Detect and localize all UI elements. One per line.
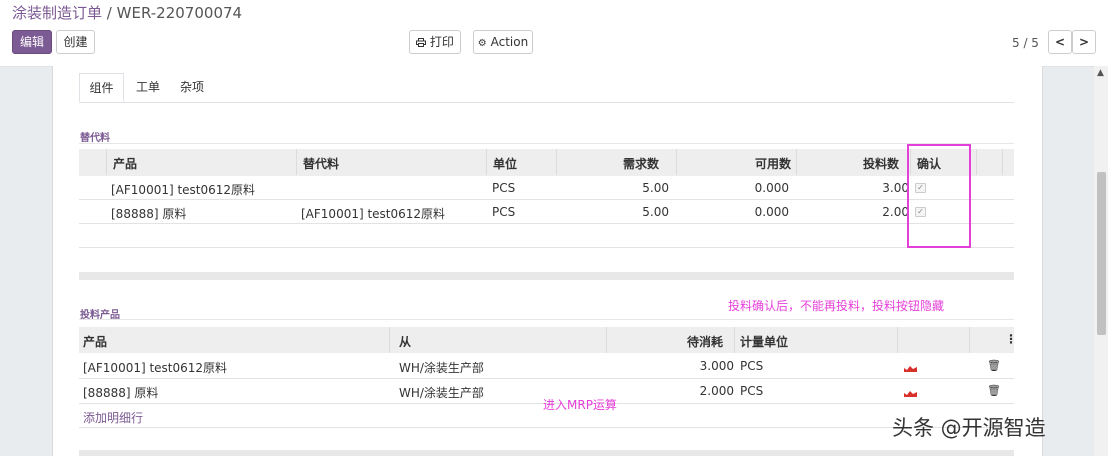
row-uom: PCS: [740, 384, 764, 398]
row-product: [AF10001] test0612原料: [111, 183, 256, 197]
breadcrumb-separator: /: [106, 4, 112, 22]
confirm-column-highlight: [907, 144, 971, 248]
add-line-link[interactable]: 添加明细行: [83, 409, 143, 426]
substitute-table-header: 产品 替代料 单位 需求数 可用数 投料数 确认: [79, 149, 1014, 176]
table-row[interactable]: [88888] 原料 [AF10001] test0612原料 PCS 5.00…: [79, 200, 1014, 224]
row-product: [88888] 原料: [111, 207, 187, 221]
pager-previous-button[interactable]: <: [1048, 30, 1072, 54]
pager-value: 5 / 5: [1012, 36, 1039, 50]
section-separator: [79, 272, 1014, 280]
row-substitute: [AF10001] test0612原料: [301, 207, 446, 221]
trash-icon[interactable]: 🗑: [987, 384, 1001, 397]
edit-button[interactable]: 编辑: [12, 30, 52, 54]
substitute-section-title: 替代料: [80, 133, 110, 144]
chevron-left-icon: <: [1054, 35, 1066, 49]
tab-misc[interactable]: 杂项: [180, 73, 204, 102]
header-required[interactable]: 需求数: [623, 155, 659, 172]
consumed-table-header: 产品 从 待消耗 计量单位 ⋮: [79, 327, 1017, 353]
printer-icon: [416, 38, 427, 47]
row-available: 0.000: [754, 181, 789, 195]
tab-components[interactable]: 组件: [79, 73, 124, 102]
row-unit: PCS: [492, 205, 516, 219]
row-to-consume: 3.000: [699, 359, 734, 373]
row-from: WH/涂装生产部: [399, 386, 484, 400]
row-to-consume: 2.000: [699, 384, 734, 398]
header-substitute[interactable]: 替代料: [303, 155, 339, 172]
create-button[interactable]: 创建: [56, 30, 95, 54]
table-row[interactable]: [AF10001] test0612原料 WH/涂装生产部 3.000 PCS …: [79, 354, 1014, 379]
watermark: 头条 @开源智造: [892, 416, 1046, 440]
gear-icon: ⚙: [477, 38, 487, 49]
row-product: [88888] 原料: [83, 386, 159, 400]
header-available[interactable]: 可用数: [755, 155, 791, 172]
chart-icon[interactable]: [904, 364, 917, 372]
header-to-consume[interactable]: 待消耗: [687, 333, 723, 350]
annotation-note-1: 投料确认后，不能再投料，投料按钮隐藏: [728, 299, 945, 313]
action-label: Action: [490, 35, 529, 49]
trash-icon[interactable]: 🗑: [987, 359, 1001, 372]
section-separator: [79, 450, 1014, 456]
substitute-table: 产品 替代料 单位 需求数 可用数 投料数 确认 [AF10001] test0…: [79, 149, 1014, 249]
scroll-up-arrow-icon[interactable]: ▲: [1097, 68, 1104, 78]
header-from[interactable]: 从: [399, 333, 411, 350]
row-uom: PCS: [740, 359, 764, 373]
breadcrumb-parent-link[interactable]: 涂装制造订单: [12, 4, 102, 22]
notebook-tabs: 组件 工单 杂项: [79, 73, 1014, 103]
table-row[interactable]: [AF10001] test0612原料 PCS 5.00 0.000 3.00…: [79, 176, 1014, 200]
row-available: 0.000: [754, 205, 789, 219]
chevron-right-icon: >: [1078, 35, 1090, 49]
breadcrumb: 涂装制造订单 / WER-220700074: [12, 2, 242, 23]
header-product[interactable]: 产品: [83, 333, 107, 350]
annotation-note-2: 进入MRP运算: [543, 398, 617, 412]
row-issued: 3.00: [882, 181, 909, 195]
row-issued: 2.00: [882, 205, 909, 219]
tab-workorders[interactable]: 工单: [136, 73, 160, 102]
action-button[interactable]: ⚙ Action: [473, 30, 533, 54]
chart-icon[interactable]: [904, 389, 917, 397]
header-uom[interactable]: 计量单位: [740, 333, 788, 350]
scrollbar-thumb[interactable]: [1097, 172, 1106, 335]
row-required: 5.00: [642, 181, 669, 195]
print-label: 打印: [429, 35, 454, 49]
header-issued[interactable]: 投料数: [863, 155, 899, 172]
breadcrumb-current: WER-220700074: [116, 4, 243, 22]
pager-next-button[interactable]: >: [1072, 30, 1096, 54]
row-product: [AF10001] test0612原料: [83, 361, 228, 375]
optional-columns-icon[interactable]: ⋮: [1005, 332, 1017, 346]
substitute-section-divider: [79, 143, 1014, 144]
header-unit[interactable]: 单位: [493, 155, 517, 172]
control-panel: 涂装制造订单 / WER-220700074 编辑 创建 打印 ⚙ Action…: [0, 0, 1108, 67]
row-required: 5.00: [642, 205, 669, 219]
row-unit: PCS: [492, 181, 516, 195]
empty-row: [79, 224, 1014, 248]
header-product[interactable]: 产品: [113, 155, 137, 172]
consumed-section-divider: [79, 319, 1014, 320]
print-button[interactable]: 打印: [409, 30, 461, 54]
row-from: WH/涂装生产部: [399, 361, 484, 375]
